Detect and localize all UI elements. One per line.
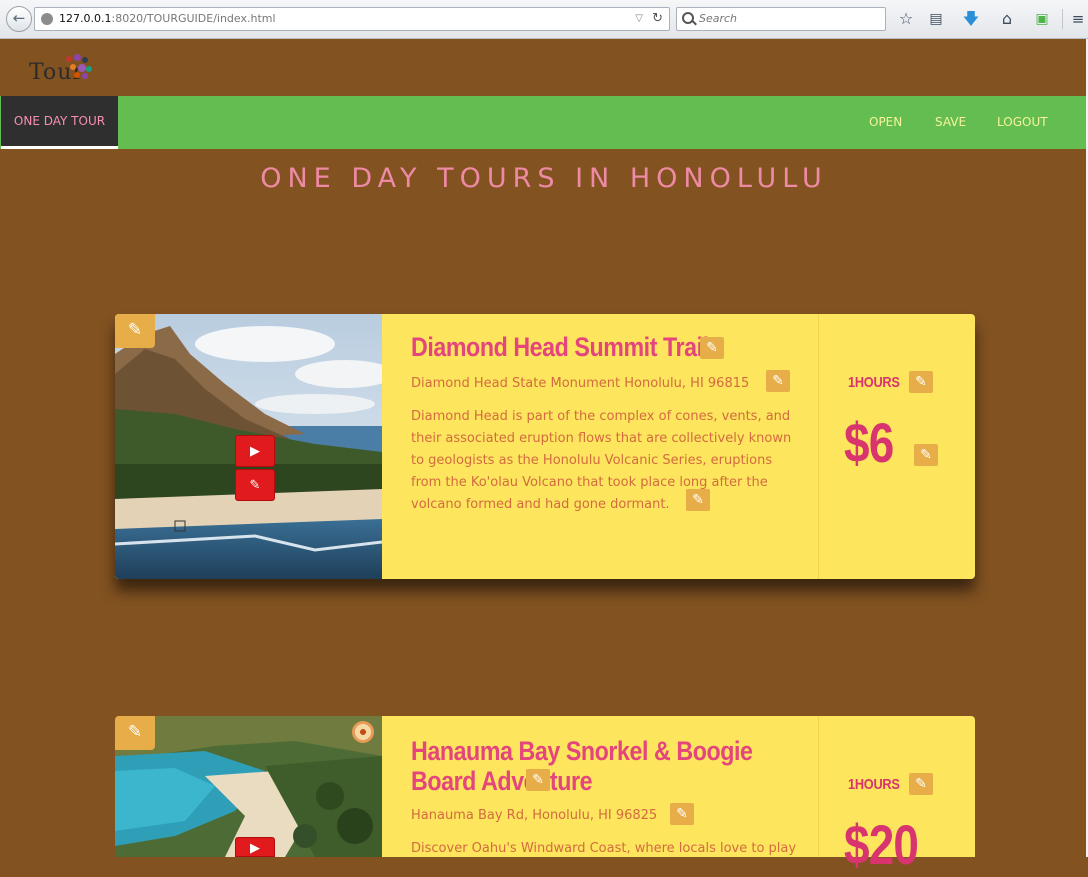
edit-address-button[interactable]: ✎ bbox=[670, 803, 694, 825]
edit-photo-button[interactable]: ✎ bbox=[115, 314, 155, 348]
extension-icon[interactable]: ▣ bbox=[1032, 9, 1052, 29]
pencil-icon: ✎ bbox=[772, 373, 784, 389]
edit-video-button[interactable]: ✎ bbox=[235, 469, 275, 501]
logo-dot bbox=[70, 64, 76, 70]
tour-info: Diamond Head Summit Trail ✎ Diamond Head… bbox=[382, 314, 818, 579]
search-icon bbox=[682, 12, 694, 24]
tour-address: Hanauma Bay Rd, Honolulu, HI 96825 bbox=[411, 808, 658, 823]
flower-icon bbox=[352, 721, 374, 743]
logo[interactable]: Tour bbox=[26, 52, 92, 88]
logo-dot bbox=[66, 56, 72, 62]
tour-info: Hanauma Bay Snorkel & Boogie Board Adven… bbox=[382, 716, 818, 857]
pencil-icon: ✎ bbox=[127, 320, 143, 340]
back-arrow-icon[interactable]: ← bbox=[6, 6, 32, 32]
logo-dot bbox=[86, 66, 92, 72]
url-bar[interactable]: 127.0.0.1:8020/TOURGUIDE/index.html ▽ ↻ bbox=[34, 7, 670, 31]
tour-photo bbox=[115, 716, 382, 857]
logo-dot bbox=[82, 57, 88, 63]
site-header bbox=[0, 39, 1088, 96]
pencil-icon: ✎ bbox=[692, 492, 704, 508]
open-button[interactable]: OPEN bbox=[869, 96, 902, 149]
edit-price-button[interactable]: ✎ bbox=[914, 444, 938, 466]
url-host: 127.0.0.1 bbox=[59, 12, 112, 25]
pencil-icon: ✎ bbox=[706, 340, 718, 356]
edit-photo-button[interactable]: ✎ bbox=[115, 716, 155, 750]
edit-name-button[interactable]: ✎ bbox=[700, 337, 724, 359]
logo-dot bbox=[74, 54, 81, 61]
logo-dot bbox=[78, 64, 86, 72]
tour-name: Diamond Head Summit Trail bbox=[411, 332, 709, 362]
pencil-icon: ✎ bbox=[532, 772, 544, 788]
url-text: 127.0.0.1:8020/TOURGUIDE/index.html bbox=[59, 8, 276, 30]
edit-description-button[interactable]: ✎ bbox=[686, 489, 710, 511]
reload-icon[interactable]: ↻ bbox=[652, 8, 663, 30]
tour-duration: 1HOURS bbox=[848, 776, 900, 793]
globe-icon bbox=[41, 13, 53, 25]
hanauma-bay-photo bbox=[115, 716, 382, 857]
pencil-icon: ✎ bbox=[915, 374, 927, 390]
save-button[interactable]: SAVE bbox=[935, 96, 966, 149]
browser-toolbar: ← 127.0.0.1:8020/TOURGUIDE/index.html ▽ … bbox=[0, 0, 1088, 39]
tour-card: ✎ ▶ ✎ Diamond Head Summit Trail ✎ Diamon… bbox=[115, 314, 975, 579]
logout-button[interactable]: LOGOUT bbox=[997, 96, 1048, 149]
tour-address: Diamond Head State Monument Honolulu, HI… bbox=[411, 376, 750, 391]
pencil-icon: ✎ bbox=[920, 447, 932, 463]
edit-duration-button[interactable]: ✎ bbox=[909, 371, 933, 393]
edit-address-button[interactable]: ✎ bbox=[766, 370, 790, 392]
tour-pricing: 1HOURS ✎ $6 ✎ bbox=[818, 314, 976, 579]
play-icon: ▶ bbox=[250, 444, 260, 459]
play-icon: ▶ bbox=[250, 841, 260, 856]
pencil-icon: ✎ bbox=[249, 478, 261, 493]
dropdown-arrow-icon[interactable]: ▽ bbox=[635, 8, 643, 30]
tour-card: ✎ ▶ Hanauma Bay Snorkel & Boogie Board A… bbox=[115, 716, 976, 876]
logo-dot bbox=[82, 73, 88, 79]
edit-name-button[interactable]: ✎ bbox=[526, 769, 550, 791]
tab-one-day-tour[interactable]: ONE DAY TOUR bbox=[1, 96, 118, 149]
tour-pricing: 1HOURS ✎ $20 bbox=[818, 716, 976, 876]
toolbar-separator bbox=[1062, 9, 1063, 29]
pencil-icon: ✎ bbox=[676, 806, 688, 822]
play-video-button[interactable]: ▶ bbox=[235, 435, 275, 467]
tour-description: Diamond Head is part of the complex of c… bbox=[411, 409, 792, 512]
tour-price: $20 bbox=[844, 813, 919, 876]
pencil-icon: ✎ bbox=[915, 776, 927, 792]
home-icon[interactable]: ⌂ bbox=[997, 9, 1017, 29]
tour-name: Hanauma Bay Snorkel & Boogie Board Adven… bbox=[411, 736, 753, 796]
tour-price: $6 bbox=[844, 411, 894, 474]
menu-hamburger-icon[interactable]: ≡ bbox=[1068, 9, 1088, 29]
pencil-icon: ✎ bbox=[127, 722, 143, 742]
download-arrow-icon[interactable]: 🡇 bbox=[961, 9, 981, 29]
bookmark-star-icon[interactable]: ☆ bbox=[896, 9, 916, 29]
url-path: :8020/TOURGUIDE/index.html bbox=[111, 12, 276, 25]
reading-list-icon[interactable]: ▤ bbox=[926, 9, 946, 29]
browser-search-input[interactable]: Search bbox=[676, 7, 886, 31]
page-title: ONE DAY TOURS IN HONOLULU bbox=[260, 163, 828, 194]
search-placeholder: Search bbox=[699, 12, 738, 25]
edit-duration-button[interactable]: ✎ bbox=[909, 773, 933, 795]
logo-dot bbox=[74, 72, 80, 78]
tour-duration: 1HOURS bbox=[848, 374, 900, 391]
main-navbar: ONE DAY TOUR OPEN SAVE LOGOUT bbox=[0, 96, 1088, 149]
play-video-button[interactable]: ▶ bbox=[235, 837, 275, 857]
